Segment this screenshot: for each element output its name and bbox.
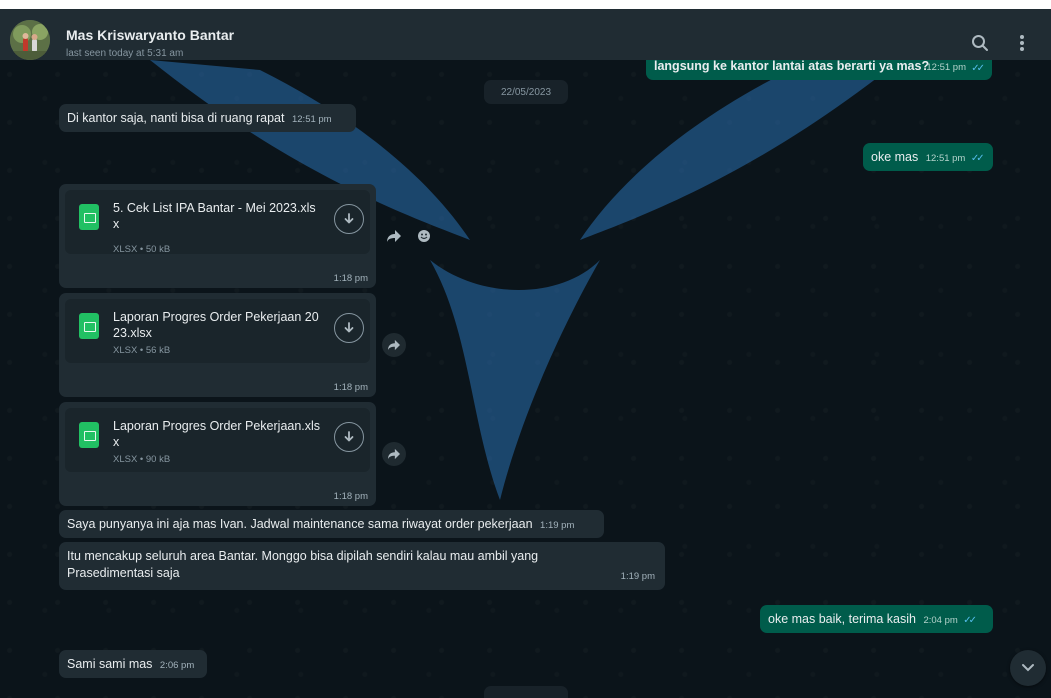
emoji-icon [418, 230, 430, 242]
file-name: Laporan Progres Order Pekerjaan 2023.xls… [113, 310, 319, 340]
file-message[interactable]: 5. Cek List IPA Bantar - Mei 2023.xlsx X… [59, 184, 376, 288]
message-text: Sami sami mas [67, 657, 153, 671]
whatsapp-chat-window: Mas Kriswaryanto Bantar last seen today … [0, 0, 1051, 698]
read-receipt-icon: ✓✓ [963, 615, 977, 626]
message-time: 12:51 pm [291, 114, 332, 125]
message-time: 1:18 pm [333, 382, 368, 393]
top-strip [0, 0, 1051, 9]
chat-messages-area[interactable]: langsung ke kantor lantai atas berarti y… [0, 60, 1051, 698]
message-time: 2:06 pm [159, 660, 195, 671]
file-preview[interactable]: Laporan Progres Order Pekerjaan.xlsx XLS… [65, 408, 370, 472]
chevron-down-icon [1022, 664, 1034, 672]
file-name: 5. Cek List IPA Bantar - Mei 2023.xlsx [113, 201, 316, 231]
message-bubble-outgoing[interactable]: oke mas baik, terima kasih 2:04 pm ✓✓ [760, 605, 993, 633]
message-time: 1:19 pm [620, 571, 655, 582]
file-meta: XLSX • 56 kB [113, 345, 171, 356]
contact-name[interactable]: Mas Kriswaryanto Bantar [66, 27, 234, 43]
search-icon [972, 35, 988, 51]
download-button[interactable] [334, 422, 364, 452]
file-preview[interactable]: Laporan Progres Order Pekerjaan 2023.xls… [65, 299, 370, 363]
download-button[interactable] [334, 313, 364, 343]
message-text: Di kantor saja, nanti bisa di ruang rapa… [67, 111, 285, 125]
file-message[interactable]: Laporan Progres Order Pekerjaan 2023.xls… [59, 293, 376, 397]
file-meta: XLSX • 90 kB [113, 454, 171, 465]
date-separator-partial [484, 686, 568, 698]
message-text: oke mas baik, terima kasih [768, 612, 916, 626]
message-time: 1:19 pm [540, 520, 575, 531]
download-arrow-icon [344, 431, 354, 442]
download-arrow-icon [344, 213, 354, 224]
search-button[interactable] [967, 30, 993, 56]
avatar[interactable] [10, 20, 50, 60]
forward-icon [388, 339, 400, 351]
message-bubble-incoming[interactable]: Saya punyanya ini aja mas Ivan. Jadwal m… [59, 510, 604, 538]
file-name: Laporan Progres Order Pekerjaan.xlsx [113, 419, 321, 449]
message-bubble-outgoing[interactable]: langsung ke kantor lantai atas berarti y… [646, 60, 992, 80]
message-text: Itu mencakup seluruh area Bantar. Monggo… [67, 549, 539, 580]
message-bubble-incoming[interactable]: Di kantor saja, nanti bisa di ruang rapa… [59, 104, 356, 132]
spreadsheet-file-icon [79, 204, 99, 230]
file-meta: XLSX • 50 kB [113, 244, 171, 255]
last-seen-status: last seen today at 5:31 am [66, 48, 184, 59]
file-preview[interactable]: 5. Cek List IPA Bantar - Mei 2023.xlsx X… [65, 190, 370, 255]
message-time: 12:51 pm [926, 62, 966, 73]
message-time: 1:18 pm [333, 491, 368, 502]
read-receipt-icon: ✓✓ [971, 63, 985, 74]
kebab-menu-icon [1020, 35, 1024, 51]
forward-icon [388, 448, 400, 460]
download-button[interactable] [334, 204, 364, 234]
message-time: 12:51 pm [925, 153, 966, 164]
scroll-down-button[interactable] [1010, 650, 1046, 686]
message-bubble-outgoing[interactable]: oke mas 12:51 pm ✓✓ [863, 143, 993, 171]
forward-button[interactable] [382, 442, 406, 466]
message-bubble-incoming[interactable]: Itu mencakup seluruh area Bantar. Monggo… [59, 542, 665, 590]
chat-header: Mas Kriswaryanto Bantar last seen today … [0, 0, 1051, 60]
spreadsheet-file-icon [79, 422, 99, 448]
message-time: 2:04 pm [923, 615, 958, 626]
message-text: Saya punyanya ini aja mas Ivan. Jadwal m… [67, 517, 533, 531]
message-text: langsung ke kantor lantai atas berarti y… [654, 60, 930, 73]
spreadsheet-file-icon [79, 313, 99, 339]
forward-button[interactable] [382, 333, 406, 357]
message-time: 1:18 pm [333, 273, 368, 284]
menu-button[interactable] [1009, 30, 1035, 56]
message-text: oke mas [871, 150, 919, 164]
read-receipt-icon: ✓✓ [970, 153, 985, 164]
file-message[interactable]: Laporan Progres Order Pekerjaan.xlsx XLS… [59, 402, 376, 506]
download-arrow-icon [344, 322, 354, 333]
message-bubble-incoming[interactable]: Sami sami mas 2:06 pm [59, 650, 207, 678]
date-separator: 22/05/2023 [484, 80, 568, 104]
forward-button[interactable] [382, 224, 406, 248]
forward-icon [387, 230, 401, 242]
react-button[interactable] [412, 224, 436, 248]
